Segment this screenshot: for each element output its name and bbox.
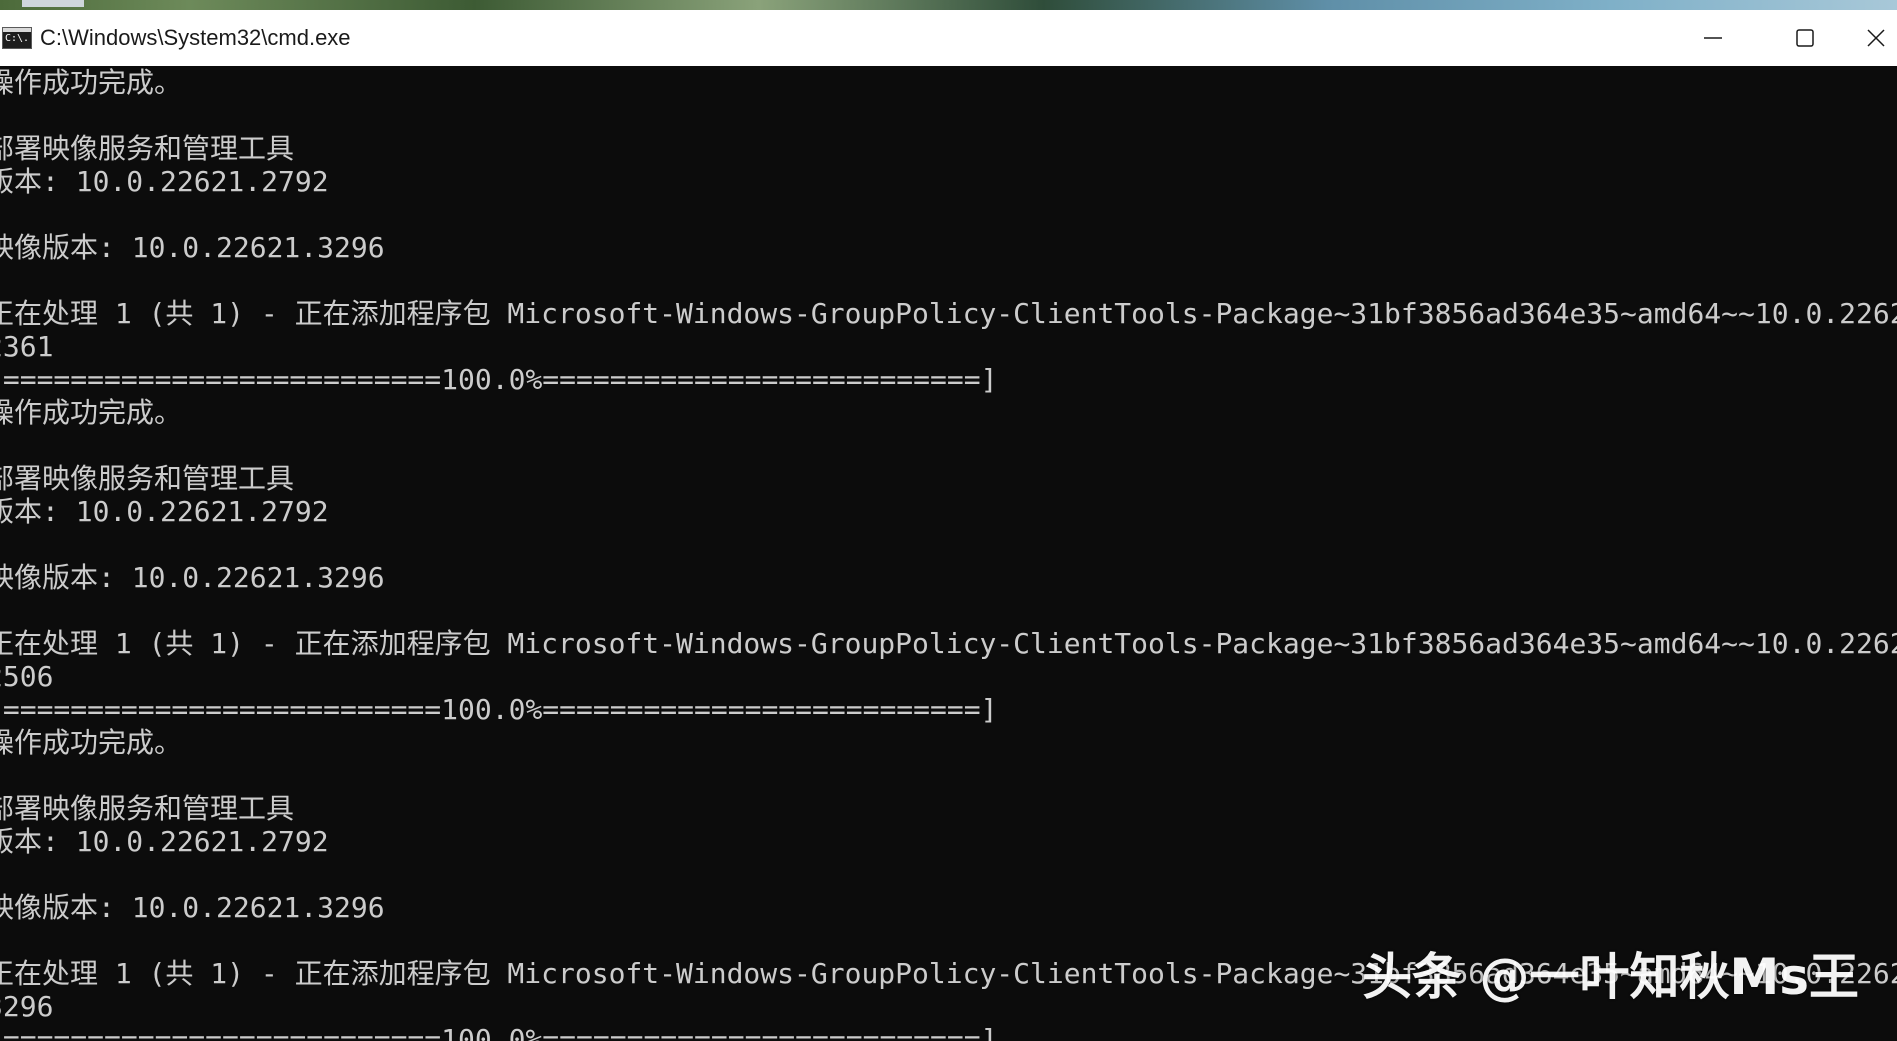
console-line: 映像版本: 10.0.22621.3296 (0, 561, 385, 594)
window-controls (1667, 10, 1897, 66)
desktop-wallpaper (0, 0, 1897, 10)
cmd-console-icon[interactable]: C:\. (2, 27, 32, 49)
cmd-icon-text: C:\. (5, 33, 30, 44)
window-title: C:\Windows\System32\cmd.exe (40, 25, 351, 50)
console-line: 操作成功完成。 (0, 66, 183, 99)
console-line: 部署映像服务和管理工具 (0, 132, 295, 165)
desktop-screen: C:\. C:\Windows\System32\cmd.exe 操作成功完成。… (0, 0, 1897, 1041)
watermark: 头条 @一叶知秋Ms王 (1362, 948, 1859, 1006)
console-line: [==========================100.0%=======… (0, 1023, 998, 1041)
console-line: 正在处理 1 (共 1) - 正在添加程序包 Microsoft-Windows… (0, 627, 1897, 660)
console-line: 正在处理 1 (共 1) - 正在添加程序包 Microsoft-Windows… (0, 297, 1897, 330)
taskbar-thumbnail (22, 0, 84, 7)
minimize-button[interactable] (1667, 10, 1759, 66)
console-output[interactable]: 操作成功完成。 部署映像服务和管理工具 版本: 10.0.22621.2792 映像版… (0, 66, 1897, 1041)
console-line: [==========================100.0%=======… (0, 363, 998, 396)
close-button[interactable] (1851, 10, 1897, 66)
minimize-icon (1704, 37, 1722, 39)
console-line: 部署映像服务和管理工具 (0, 792, 295, 825)
console-line: 版本: 10.0.22621.2792 (0, 825, 329, 858)
console-line: 映像版本: 10.0.22621.3296 (0, 891, 385, 924)
console-line: 映像版本: 10.0.22621.3296 (0, 231, 385, 264)
window-titlebar[interactable]: C:\. C:\Windows\System32\cmd.exe (0, 10, 1897, 66)
maximize-button[interactable] (1759, 10, 1851, 66)
console-line: 操作成功完成。 (0, 396, 183, 429)
console-line: 2506 (0, 660, 54, 693)
close-icon (1867, 29, 1885, 47)
console-line: 版本: 10.0.22621.2792 (0, 495, 329, 528)
console-line: 操作成功完成。 (0, 726, 183, 759)
console-line: 版本: 10.0.22621.2792 (0, 165, 329, 198)
console-line: 2361 (0, 330, 54, 363)
console-lines: 操作成功完成。 部署映像服务和管理工具 版本: 10.0.22621.2792 映像版… (0, 66, 1897, 1041)
console-line: 部署映像服务和管理工具 (0, 462, 295, 495)
maximize-icon (1796, 29, 1814, 47)
console-line: [==========================100.0%=======… (0, 693, 998, 726)
